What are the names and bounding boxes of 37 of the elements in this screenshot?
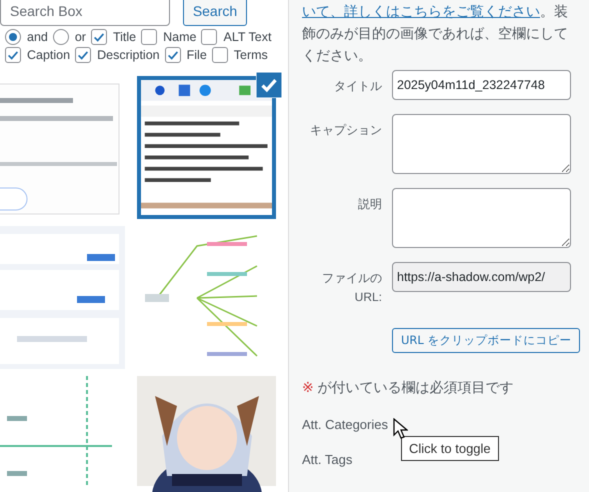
text-area[interactable]: [392, 188, 571, 248]
help-link[interactable]: いて、詳しくはこちらをご覧ください: [302, 3, 540, 19]
field-label: キャプション: [309, 122, 382, 139]
checkbox[interactable]: [141, 29, 158, 45]
checkbox[interactable]: [5, 47, 21, 63]
checkmark-icon: [256, 72, 282, 98]
checkbox[interactable]: [75, 47, 92, 63]
option-label: Terms: [234, 48, 268, 62]
checkbox[interactable]: [212, 47, 228, 63]
cursor-icon: [393, 418, 408, 439]
option-label: Title: [112, 30, 136, 44]
field-label: ファイルの URL:: [321, 270, 382, 306]
checkbox[interactable]: [201, 29, 218, 45]
search-button[interactable]: Search: [183, 0, 247, 26]
required-mark: ※: [302, 379, 314, 395]
option-label: Caption: [27, 48, 70, 62]
url-field[interactable]: https://a-shadow.com/wp2/: [392, 262, 571, 292]
option-label: Name: [163, 30, 196, 44]
copy-url-button[interactable]: URL をクリップボードにコピー: [392, 328, 580, 353]
title-field[interactable]: 2025y04m11d_232247748: [392, 70, 571, 100]
option-label: or: [74, 30, 86, 44]
checkbox[interactable]: [90, 29, 107, 45]
radio-button[interactable]: [5, 29, 21, 45]
search-field[interactable]: Search Box: [0, 0, 170, 26]
required-note: が付いている欄は必須項目です: [318, 379, 514, 395]
option-label: ALT Text: [223, 30, 272, 44]
option-label: Description: [97, 48, 160, 62]
tooltip: Click to toggle: [401, 436, 499, 461]
radio-button[interactable]: [52, 29, 69, 45]
field-label: 説明: [357, 196, 382, 213]
text-area[interactable]: [392, 114, 571, 174]
field-label: タイトル: [333, 78, 382, 95]
option-label: and: [27, 30, 48, 44]
checkbox[interactable]: [164, 47, 181, 63]
help-text: いて、詳しくはこちらをご覧ください。装飾のみが目的の画像であれば、空欄にしてください。: [302, 2, 569, 65]
option-label: File: [186, 48, 207, 62]
section-toggle[interactable]: Att. Categories: [302, 417, 571, 432]
